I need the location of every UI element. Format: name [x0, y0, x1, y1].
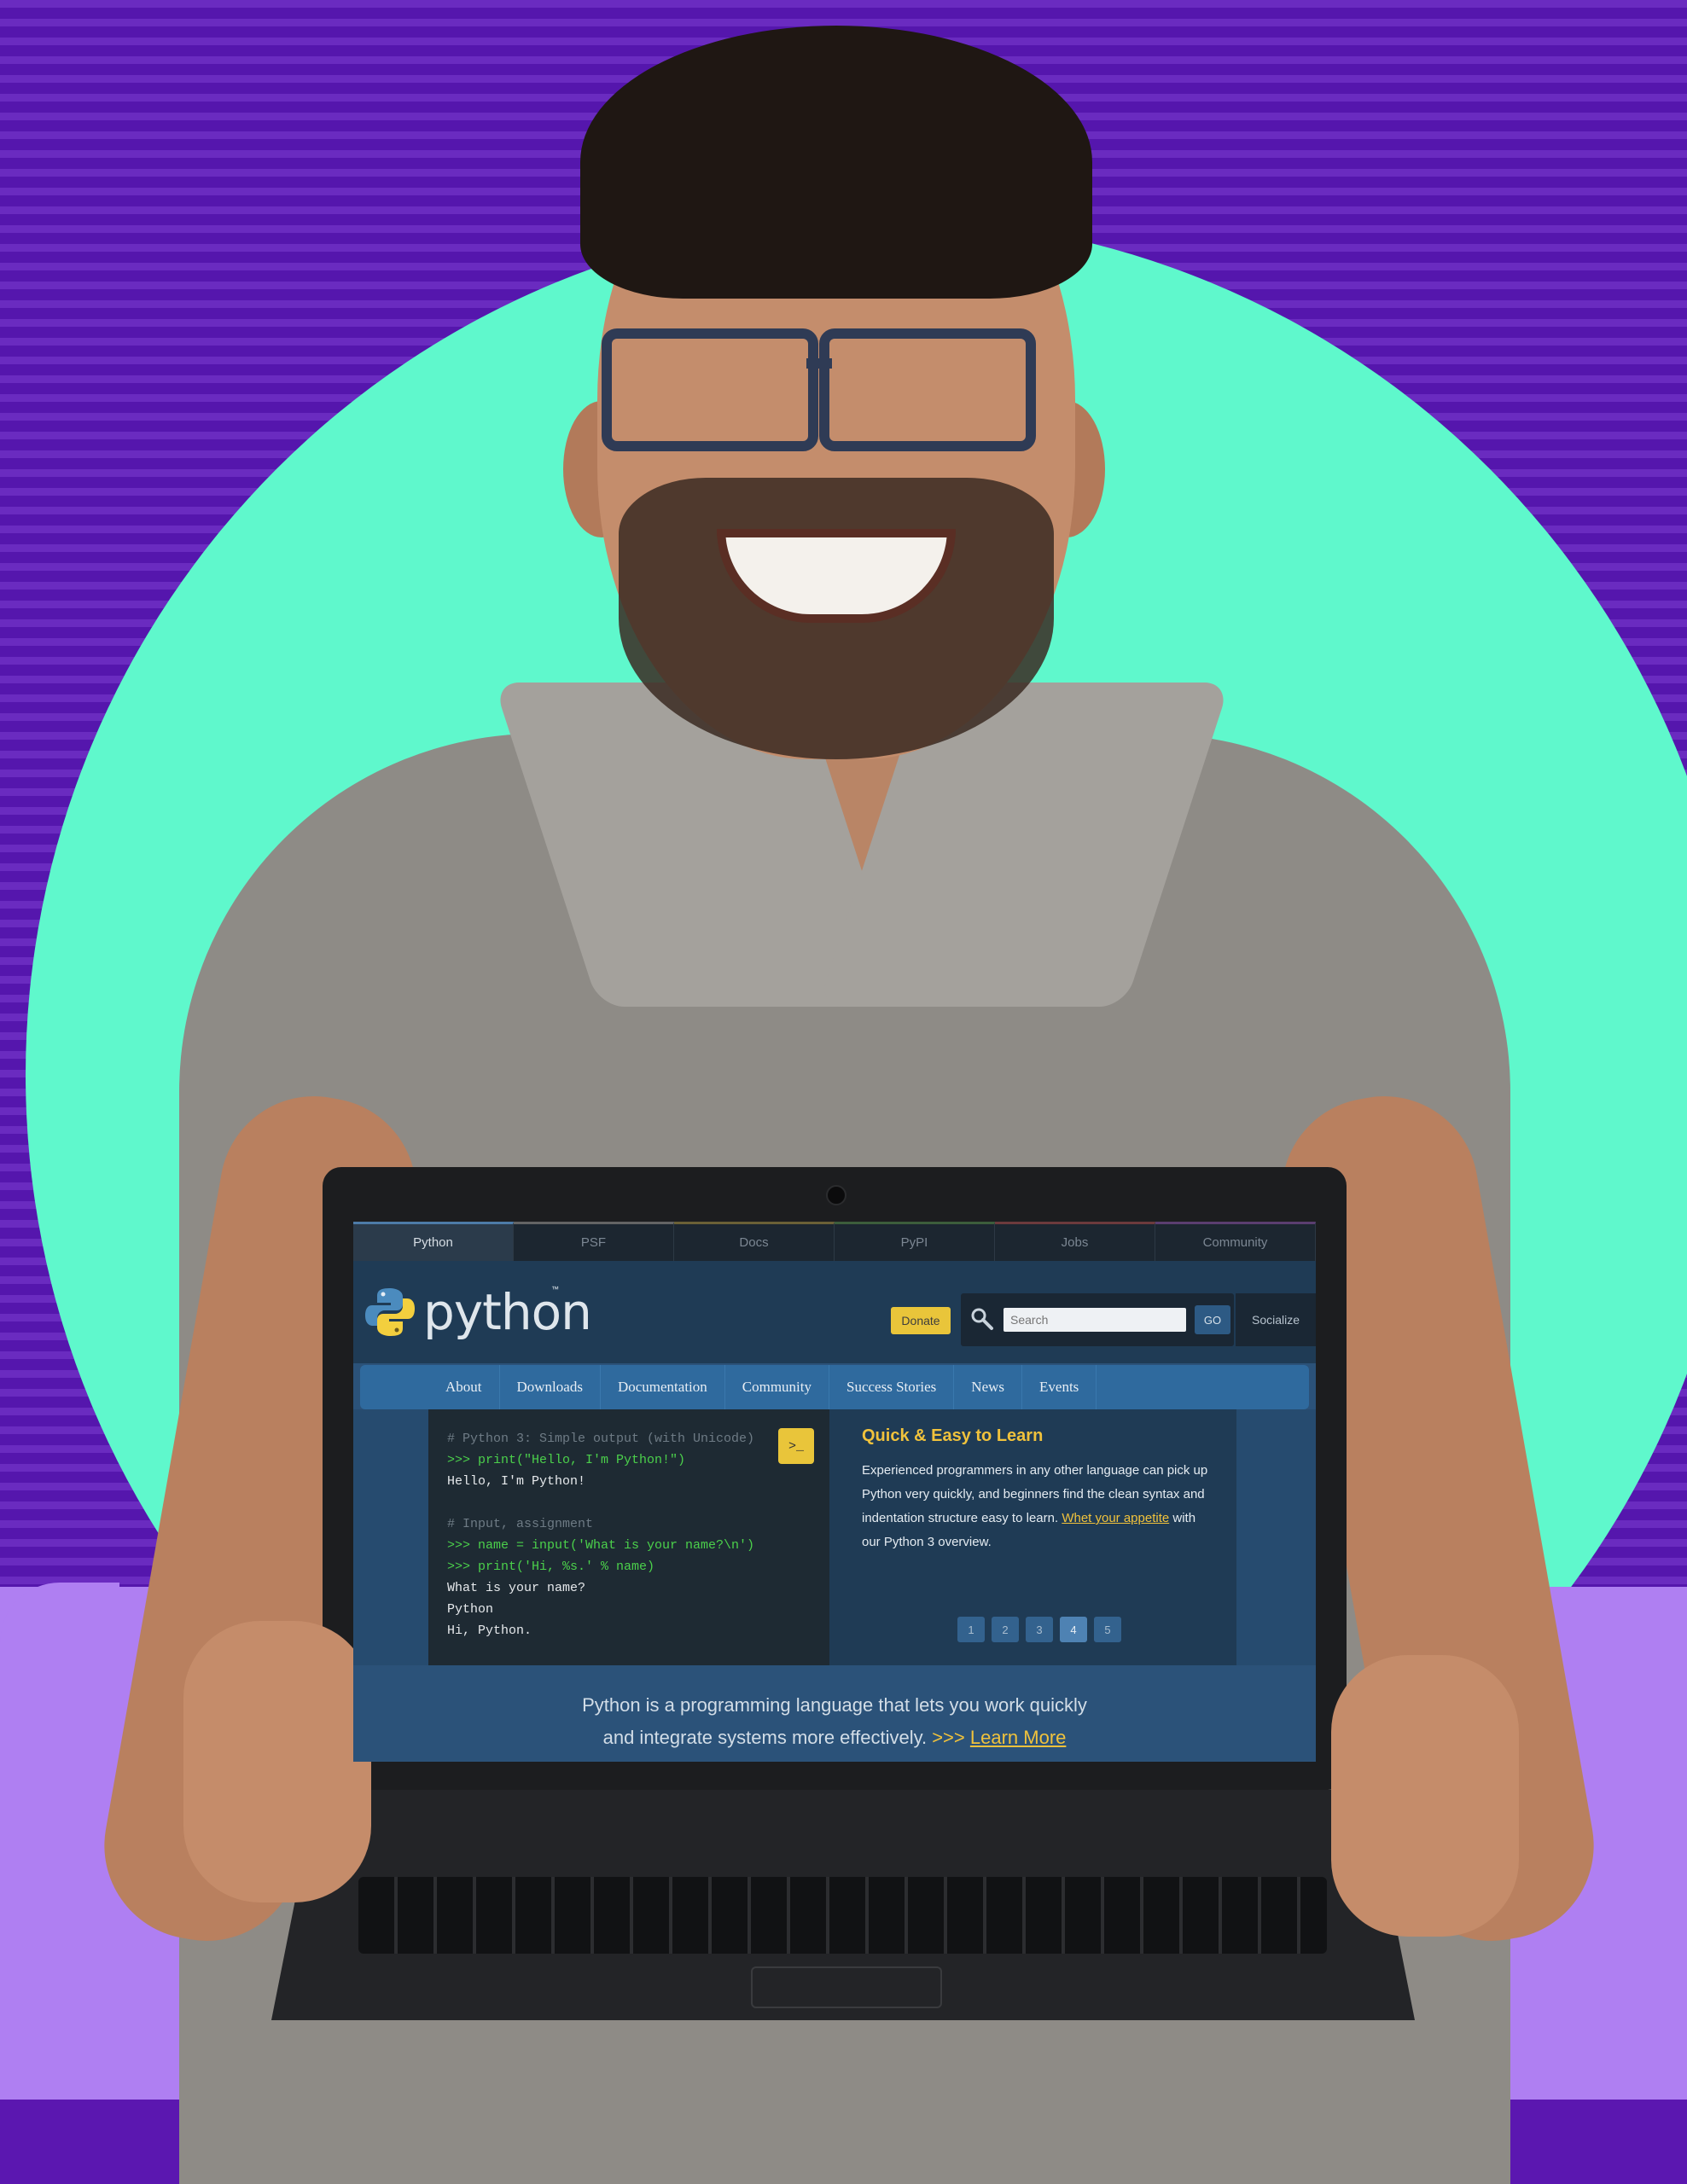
slide-pager: 1 2 3 4 5 — [957, 1617, 1121, 1642]
main-nav-documentation[interactable]: Documentation — [601, 1365, 725, 1409]
main-nav: About Downloads Documentation Community … — [360, 1365, 1309, 1409]
hero-margin-left — [353, 1409, 428, 1665]
code-line: >>> name = input('What is your name?\n') — [447, 1538, 755, 1553]
search-zone: GO — [961, 1293, 1234, 1346]
search-icon — [971, 1308, 993, 1330]
code-line: Hi, Python. — [447, 1623, 532, 1638]
top-nav: Python PSF Docs PyPI Jobs Community — [353, 1222, 1316, 1261]
top-nav-pypi[interactable]: PyPI — [835, 1222, 995, 1261]
code-sample-panel: # Python 3: Simple output (with Unicode)… — [428, 1409, 829, 1665]
code-line: # Input, assignment — [447, 1517, 594, 1531]
pager-button-1[interactable]: 1 — [957, 1617, 985, 1642]
top-nav-python[interactable]: Python — [353, 1222, 514, 1261]
whet-appetite-link[interactable]: Whet your appetite — [1062, 1511, 1169, 1525]
top-nav-jobs[interactable]: Jobs — [995, 1222, 1155, 1261]
info-title: Quick & Easy to Learn — [862, 1426, 1044, 1445]
pager-button-2[interactable]: 2 — [992, 1617, 1019, 1642]
tagline: Python is a programming language that le… — [353, 1689, 1316, 1754]
tagline-line-2-text: and integrate systems more effectively. — [602, 1727, 928, 1748]
code-line: Hello, I'm Python! — [447, 1474, 586, 1489]
site-header: python ™ Donate GO Socialize — [353, 1261, 1316, 1363]
info-body: Experienced programmers in any other lan… — [862, 1459, 1212, 1554]
main-nav-downloads[interactable]: Downloads — [500, 1365, 601, 1409]
webcam-icon — [826, 1185, 846, 1205]
donate-button[interactable]: Donate — [891, 1307, 951, 1334]
main-nav-community[interactable]: Community — [725, 1365, 829, 1409]
search-input[interactable] — [1003, 1308, 1186, 1332]
code-line: >>> print("Hello, I'm Python!") — [447, 1453, 686, 1467]
main-nav-about[interactable]: About — [428, 1365, 500, 1409]
trademark-mark: ™ — [551, 1285, 559, 1293]
launch-shell-button[interactable]: >_ — [778, 1428, 814, 1464]
top-nav-docs[interactable]: Docs — [674, 1222, 835, 1261]
hero-margin-right — [1236, 1409, 1316, 1665]
tagline-line-2: and integrate systems more effectively. … — [353, 1722, 1316, 1754]
python-logo-icon[interactable] — [365, 1287, 415, 1338]
socialize-button[interactable]: Socialize — [1236, 1293, 1316, 1346]
laptop-keyboard — [358, 1877, 1327, 1954]
learn-more-arrows: >>> — [932, 1727, 965, 1748]
main-nav-success-stories[interactable]: Success Stories — [829, 1365, 955, 1409]
pager-button-3[interactable]: 3 — [1026, 1617, 1053, 1642]
code-line: # Python 3: Simple output (with Unicode) — [447, 1432, 755, 1446]
learn-more-link[interactable]: Learn More — [970, 1727, 1067, 1748]
python-logo-text[interactable]: python — [423, 1283, 592, 1341]
go-button[interactable]: GO — [1195, 1305, 1230, 1334]
hero-section: # Python 3: Simple output (with Unicode)… — [353, 1409, 1316, 1762]
main-nav-events[interactable]: Events — [1022, 1365, 1097, 1409]
top-nav-psf[interactable]: PSF — [514, 1222, 674, 1261]
pager-button-4[interactable]: 4 — [1060, 1617, 1087, 1642]
code-line: Python — [447, 1602, 494, 1617]
tagline-line-1: Python is a programming language that le… — [582, 1694, 1087, 1716]
code-line: >>> print('Hi, %s.' % name) — [447, 1560, 655, 1574]
info-panel: Quick & Easy to Learn Experienced progra… — [829, 1409, 1236, 1665]
laptop-trackpad — [751, 1966, 942, 2008]
top-nav-community[interactable]: Community — [1155, 1222, 1316, 1261]
laptop-screen: Python PSF Docs PyPI Jobs Community pyth… — [353, 1222, 1316, 1762]
code-line: What is your name? — [447, 1581, 586, 1595]
pager-button-5[interactable]: 5 — [1094, 1617, 1121, 1642]
main-nav-news[interactable]: News — [954, 1365, 1023, 1409]
